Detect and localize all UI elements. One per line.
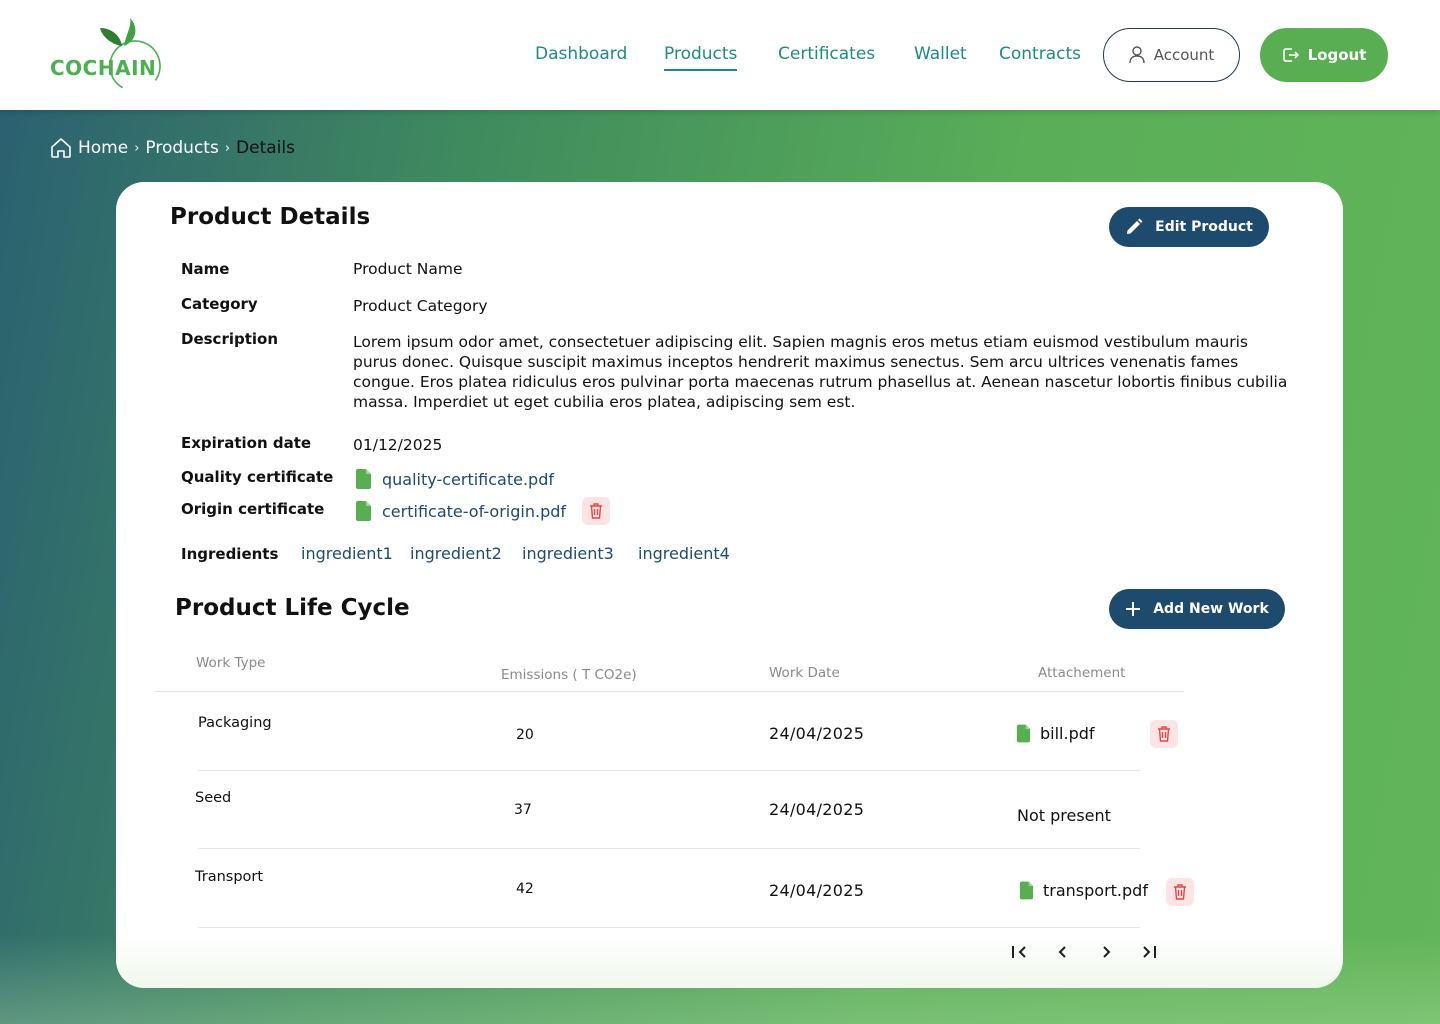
logout-label: Logout	[1307, 46, 1367, 64]
breadcrumb-current: Details	[236, 138, 295, 158]
row-divider	[198, 927, 1140, 928]
quality-certificate-link[interactable]: quality-certificate.pdf	[382, 470, 554, 489]
add-new-work-button[interactable]: Add New Work	[1109, 589, 1285, 629]
nav-wallet[interactable]: Wallet	[914, 44, 967, 64]
work-type-cell: Seed	[195, 790, 232, 806]
origin-certificate-link[interactable]: certificate-of-origin.pdf	[382, 502, 566, 521]
ingredient-tag[interactable]: ingredient1	[301, 544, 393, 563]
next-page-button[interactable]	[1094, 940, 1118, 964]
edit-product-label: Edit Product	[1155, 219, 1253, 235]
add-new-work-label: Add New Work	[1153, 601, 1269, 617]
plus-icon	[1126, 602, 1141, 616]
quality-certificate-file[interactable]: quality-certificate.pdf	[355, 469, 554, 489]
ingredient-tag[interactable]: ingredient4	[638, 544, 730, 563]
column-header-work-type: Work Type	[196, 655, 266, 671]
nav-contracts[interactable]: Contracts	[999, 44, 1081, 64]
breadcrumb: Home › Products › Details	[50, 137, 295, 159]
nav-dashboard[interactable]: Dashboard	[535, 44, 627, 64]
description-label: Description	[181, 330, 279, 348]
delete-origin-certificate-button[interactable]	[582, 497, 611, 525]
category-value: Product Category	[353, 297, 488, 315]
leaf-logo-icon	[100, 18, 161, 92]
account-button[interactable]: Account	[1103, 28, 1240, 82]
trash-icon	[1158, 726, 1170, 742]
ingredients-label: Ingredients	[181, 545, 279, 563]
file-icon	[1016, 724, 1031, 743]
product-details-card: Product Details Edit Product Name Produc…	[116, 182, 1343, 988]
breadcrumb-home[interactable]: Home	[78, 138, 128, 158]
pagination	[1008, 940, 1161, 964]
first-page-button[interactable]	[1008, 940, 1032, 964]
attachment-link[interactable]: bill.pdf	[1040, 724, 1095, 743]
work-type-cell: Transport	[195, 869, 264, 885]
delete-attachment-button[interactable]	[1150, 720, 1178, 748]
brand-name: COCHAIN	[50, 56, 157, 80]
chevron-right-icon: ›	[134, 140, 140, 156]
name-label: Name	[181, 260, 230, 278]
account-label: Account	[1153, 46, 1215, 64]
origin-certificate-file[interactable]: certificate-of-origin.pdf	[355, 497, 611, 525]
breadcrumb-products[interactable]: Products	[145, 138, 218, 158]
top-header: COCHAIN Dashboard Products Certificates …	[0, 0, 1440, 110]
row-divider	[198, 770, 1140, 771]
row-divider	[198, 848, 1140, 849]
attachment-cell[interactable]: transport.pdf	[1019, 881, 1148, 900]
nav-certificates[interactable]: Certificates	[778, 44, 875, 64]
work-date-cell: 24/04/2025	[769, 724, 865, 743]
trash-icon	[590, 503, 603, 519]
cochain-logo[interactable]: COCHAIN	[50, 16, 165, 94]
ingredient-tag[interactable]: ingredient2	[410, 544, 502, 563]
ingredient-tag[interactable]: ingredient3	[522, 544, 614, 563]
column-header-attachment: Attachement	[1038, 665, 1126, 681]
table-header-divider	[154, 691, 1184, 692]
file-icon	[1019, 881, 1034, 900]
emissions-cell: 42	[516, 881, 534, 897]
lifecycle-title: Product Life Cycle	[175, 595, 410, 621]
attachment-link[interactable]: transport.pdf	[1043, 881, 1148, 900]
pencil-icon	[1127, 218, 1143, 234]
previous-page-button[interactable]	[1051, 940, 1075, 964]
first-page-icon	[1012, 946, 1026, 958]
delete-attachment-button[interactable]	[1166, 878, 1194, 906]
category-label: Category	[181, 295, 258, 313]
emissions-cell: 37	[514, 802, 532, 818]
home-icon[interactable]	[50, 137, 72, 159]
edit-product-button[interactable]: Edit Product	[1109, 207, 1269, 247]
work-date-cell: 24/04/2025	[769, 800, 865, 819]
last-page-icon	[1143, 946, 1156, 958]
chevron-right-icon	[1103, 946, 1111, 958]
name-value: Product Name	[353, 260, 463, 278]
expiration-value: 01/12/2025	[353, 436, 443, 454]
page-title: Product Details	[170, 204, 371, 230]
expiration-label: Expiration date	[181, 434, 312, 452]
description-value: Lorem ipsum odor amet, consectetuer adip…	[353, 333, 1288, 411]
emissions-cell: 20	[516, 727, 534, 743]
quality-certificate-label: Quality certificate	[181, 468, 334, 486]
chevron-left-icon	[1058, 946, 1066, 958]
work-date-cell: 24/04/2025	[769, 881, 865, 900]
attachment-cell-empty: Not present	[1017, 806, 1111, 825]
attachment-cell[interactable]: bill.pdf	[1016, 724, 1095, 743]
last-page-button[interactable]	[1137, 940, 1161, 964]
column-header-emissions: Emissions ( T CO2e)	[501, 667, 637, 683]
logout-button[interactable]: Logout	[1260, 28, 1388, 82]
trash-icon	[1174, 884, 1186, 900]
work-type-cell: Packaging	[198, 715, 272, 731]
file-icon	[356, 501, 371, 521]
column-header-work-date: Work Date	[769, 665, 840, 681]
file-icon	[356, 469, 371, 489]
nav-products[interactable]: Products	[664, 44, 738, 71]
chevron-right-icon: ›	[224, 140, 231, 156]
origin-certificate-label: Origin certificate	[181, 500, 325, 518]
logout-icon	[1282, 48, 1299, 62]
user-icon	[1129, 46, 1145, 64]
